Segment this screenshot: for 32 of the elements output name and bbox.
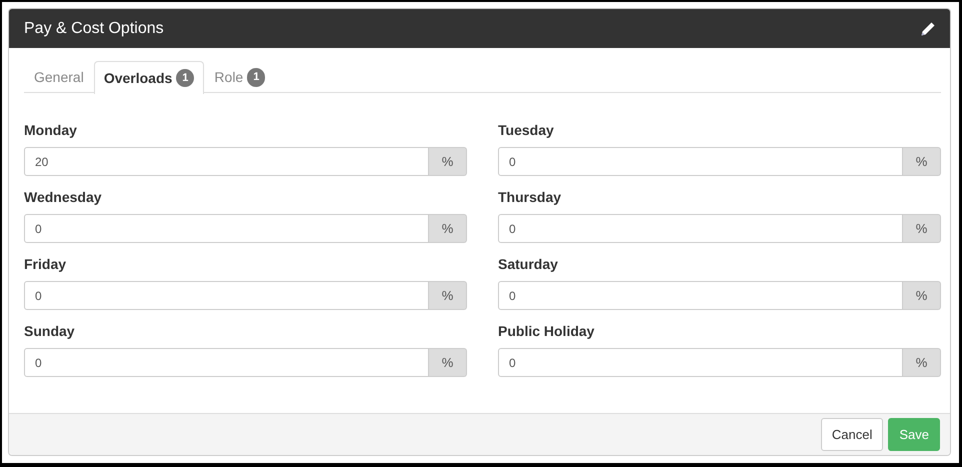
field-label: Saturday xyxy=(498,255,559,274)
pencil-icon[interactable] xyxy=(920,20,936,36)
field-label: Thursday xyxy=(498,188,562,207)
unit-addon: % xyxy=(903,214,941,243)
panel-title: Pay & Cost Options xyxy=(24,18,164,38)
field-label: Friday xyxy=(24,255,68,274)
input-field[interactable]: 0 xyxy=(24,214,429,243)
field-label: Tuesday xyxy=(498,121,555,140)
count-badge: 1 xyxy=(176,68,194,88)
unit-addon: % xyxy=(429,348,467,377)
input-field[interactable]: 0 xyxy=(24,281,429,310)
input-field[interactable]: 0 xyxy=(498,281,903,310)
unit-addon: % xyxy=(429,214,467,243)
unit-addon: % xyxy=(429,281,467,310)
tab[interactable]: General xyxy=(24,61,94,93)
input-field[interactable]: 0 xyxy=(498,214,903,243)
input-field[interactable]: 0 xyxy=(498,147,903,176)
tab[interactable]: Role 1 xyxy=(204,61,276,93)
cancel-button[interactable]: Cancel xyxy=(820,418,884,452)
unit-addon: % xyxy=(903,348,941,377)
field-label: Wednesday xyxy=(24,188,103,207)
input-field[interactable]: 0 xyxy=(498,348,903,377)
tab[interactable]: Overloads 1 xyxy=(94,61,204,94)
field-label: Monday xyxy=(24,121,78,140)
unit-addon: % xyxy=(903,147,941,176)
input-field[interactable]: 0 xyxy=(24,348,429,377)
count-badge: 1 xyxy=(247,68,266,87)
unit-addon: % xyxy=(903,281,941,310)
field-label: Sunday xyxy=(24,322,76,341)
field-label: Public Holiday xyxy=(498,322,596,341)
input-field[interactable]: 20 xyxy=(24,147,429,176)
unit-addon: % xyxy=(429,147,467,176)
